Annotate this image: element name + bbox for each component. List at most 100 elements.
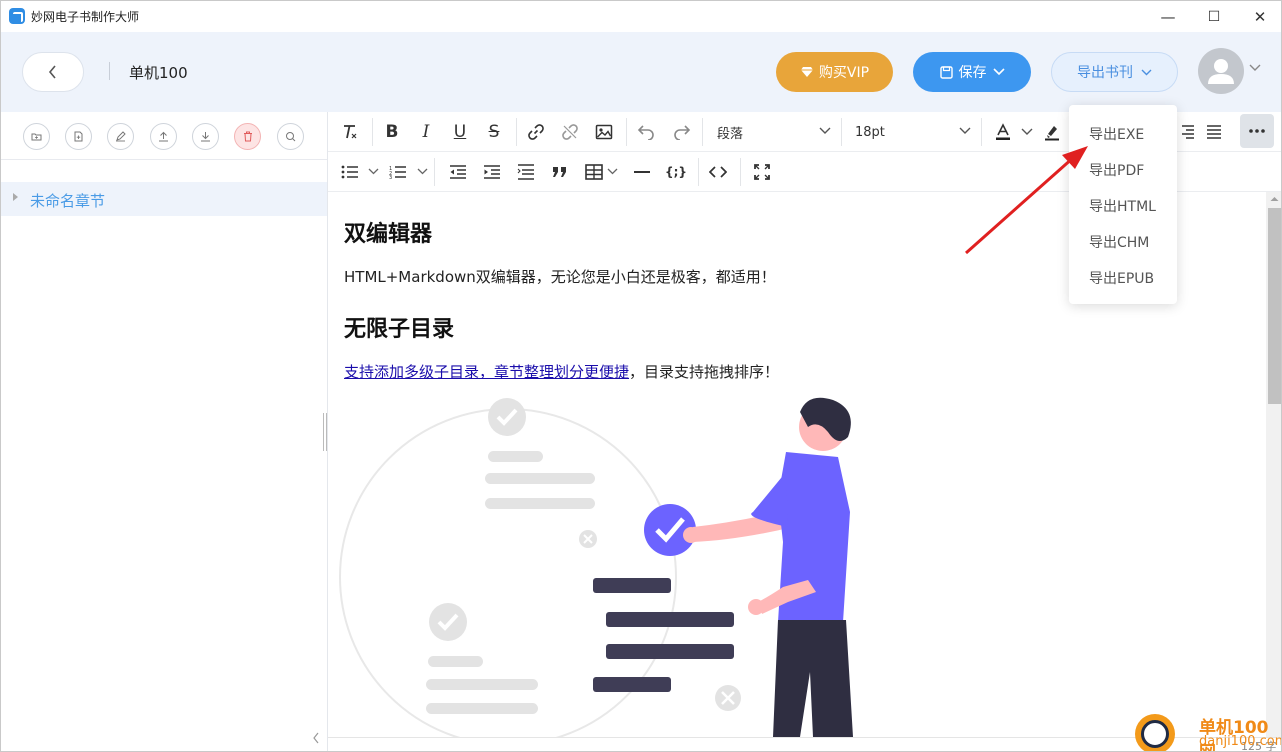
table-icon[interactable] xyxy=(582,152,606,192)
new-file-icon[interactable] xyxy=(65,123,92,150)
chevron-down-icon xyxy=(819,127,831,134)
export-chm-item[interactable]: 导出CHM xyxy=(1089,232,1149,252)
outdent-icon[interactable] xyxy=(446,152,470,192)
underline-icon[interactable]: U xyxy=(448,112,472,152)
image-icon[interactable] xyxy=(592,112,616,152)
font-size-value: 18pt xyxy=(855,124,885,140)
chevron-down-icon[interactable] xyxy=(417,168,428,175)
user-icon xyxy=(1208,59,1234,84)
rename-icon[interactable] xyxy=(107,123,134,150)
paragraph-subdirectory: 支持添加多级子目录，章节整理划分更便捷，目录支持拖拽排序！ xyxy=(344,361,779,382)
unlink-icon[interactable] xyxy=(558,112,582,152)
italic-icon[interactable]: I xyxy=(414,112,438,152)
collapse-sidebar-icon[interactable] xyxy=(312,732,320,744)
watermark: 单机100网 danji100.com xyxy=(1131,711,1282,751)
fullscreen-icon[interactable] xyxy=(750,152,774,192)
source-code-icon[interactable] xyxy=(706,152,730,192)
more-dots-icon xyxy=(1249,129,1265,133)
new-folder-icon[interactable] xyxy=(23,123,50,150)
chapter-item[interactable]: 未命名章节 xyxy=(1,182,327,216)
toolbar-divider xyxy=(626,118,627,146)
paragraph-dual-editor: HTML+Markdown双编辑器，无论您是小白还是极客，都适用！ xyxy=(344,268,776,286)
align-justify-icon[interactable] xyxy=(1202,112,1226,152)
maximize-button[interactable]: ☐ xyxy=(1191,1,1237,32)
book-title: 单机100 xyxy=(129,64,188,82)
block-format-value: 段落 xyxy=(717,126,744,142)
toolbar-divider xyxy=(702,118,703,146)
heading-subdirectory: 无限子目录 xyxy=(344,317,455,342)
chevron-down-icon[interactable] xyxy=(607,168,618,175)
toolbar-divider xyxy=(516,118,517,146)
toolbar-divider xyxy=(841,118,842,146)
link-icon[interactable] xyxy=(524,112,548,152)
redo-icon[interactable] xyxy=(670,112,694,152)
font-size-select[interactable]: 18pt xyxy=(855,112,971,152)
scroll-thumb[interactable] xyxy=(1268,208,1281,404)
export-book-button[interactable]: 导出书刊 xyxy=(1051,52,1178,92)
buy-vip-button[interactable]: 购买VIP xyxy=(776,52,893,92)
sidebar-resize-handle[interactable] xyxy=(323,413,327,451)
search-icon[interactable] xyxy=(277,123,304,150)
watermark-logo-icon xyxy=(1135,714,1175,751)
scroll-up-icon[interactable] xyxy=(1270,196,1279,202)
export-epub-item[interactable]: 导出EPUB xyxy=(1089,268,1154,288)
toolbar-divider xyxy=(740,158,741,186)
line-height-icon[interactable] xyxy=(514,152,538,192)
close-button[interactable]: ✕ xyxy=(1237,1,1281,32)
export-html-item[interactable]: 导出HTML xyxy=(1089,196,1156,216)
chapter-sidebar: 未命名章节 xyxy=(1,112,328,751)
header-bar: 单机100 购买VIP 保存 导出书刊 xyxy=(1,32,1281,112)
svg-text:3: 3 xyxy=(389,175,392,179)
toolbar-divider xyxy=(698,158,699,186)
avatar-chevron-down-icon[interactable] xyxy=(1249,64,1261,72)
chapter-label: 未命名章节 xyxy=(30,192,106,210)
chevron-down-icon[interactable] xyxy=(1021,128,1033,136)
content-scrollbar[interactable] xyxy=(1266,192,1281,737)
chevron-left-icon xyxy=(48,65,56,79)
export-pdf-item[interactable]: 导出PDF xyxy=(1089,160,1144,180)
app-logo-icon xyxy=(9,8,25,24)
feature-link[interactable]: 支持添加多级子目录，章节整理划分更便捷 xyxy=(344,363,629,381)
block-format-select[interactable]: 段落 xyxy=(717,112,831,152)
title-bar: 妙网电子书制作大师 — ☐ ✕ xyxy=(1,1,1281,32)
diamond-icon xyxy=(800,67,813,77)
bold-icon[interactable]: B xyxy=(380,112,404,152)
annotation-arrow-icon xyxy=(965,146,1088,255)
code-block-icon[interactable]: {;} xyxy=(664,152,688,192)
strikethrough-icon[interactable]: S xyxy=(482,112,506,152)
numbered-list-icon[interactable]: 123 xyxy=(386,152,410,192)
download-icon[interactable] xyxy=(192,123,219,150)
save-icon xyxy=(939,65,953,79)
illustration-image xyxy=(339,397,853,737)
toolbar-divider xyxy=(372,118,373,146)
caret-right-icon[interactable] xyxy=(12,192,20,202)
indent-icon[interactable] xyxy=(480,152,504,192)
app-window: 妙网电子书制作大师 — ☐ ✕ 单机100 购买VIP 保存 导出书刊 未命名章… xyxy=(0,0,1282,752)
upload-icon[interactable] xyxy=(150,123,177,150)
user-avatar[interactable] xyxy=(1198,48,1244,94)
delete-icon[interactable] xyxy=(234,123,261,150)
blockquote-icon[interactable] xyxy=(548,152,572,192)
clear-format-icon[interactable] xyxy=(338,112,362,152)
save-button[interactable]: 保存 xyxy=(913,52,1031,92)
toolbar-divider xyxy=(434,158,435,186)
chevron-down-icon xyxy=(1141,69,1152,75)
chevron-down-icon xyxy=(959,127,971,134)
align-right-icon[interactable] xyxy=(1176,112,1200,152)
header-divider xyxy=(109,62,110,80)
chevron-down-icon[interactable] xyxy=(368,168,379,175)
sidebar-toolbar xyxy=(1,112,327,160)
back-button[interactable] xyxy=(22,52,84,92)
buy-vip-label: 购买VIP xyxy=(818,65,870,81)
horizontal-rule-icon[interactable] xyxy=(630,152,654,192)
watermark-site-url: danji100.com xyxy=(1199,734,1282,749)
bullet-list-icon[interactable] xyxy=(338,152,362,192)
paragraph-rest: ，目录支持拖拽排序！ xyxy=(629,363,780,381)
export-exe-item[interactable]: 导出EXE xyxy=(1089,124,1144,144)
undo-icon[interactable] xyxy=(634,112,658,152)
heading-dual-editor: 双编辑器 xyxy=(344,222,433,247)
chevron-down-icon xyxy=(992,68,1005,76)
more-options-button[interactable] xyxy=(1240,114,1274,148)
save-label: 保存 xyxy=(958,65,987,81)
minimize-button[interactable]: — xyxy=(1145,1,1191,32)
